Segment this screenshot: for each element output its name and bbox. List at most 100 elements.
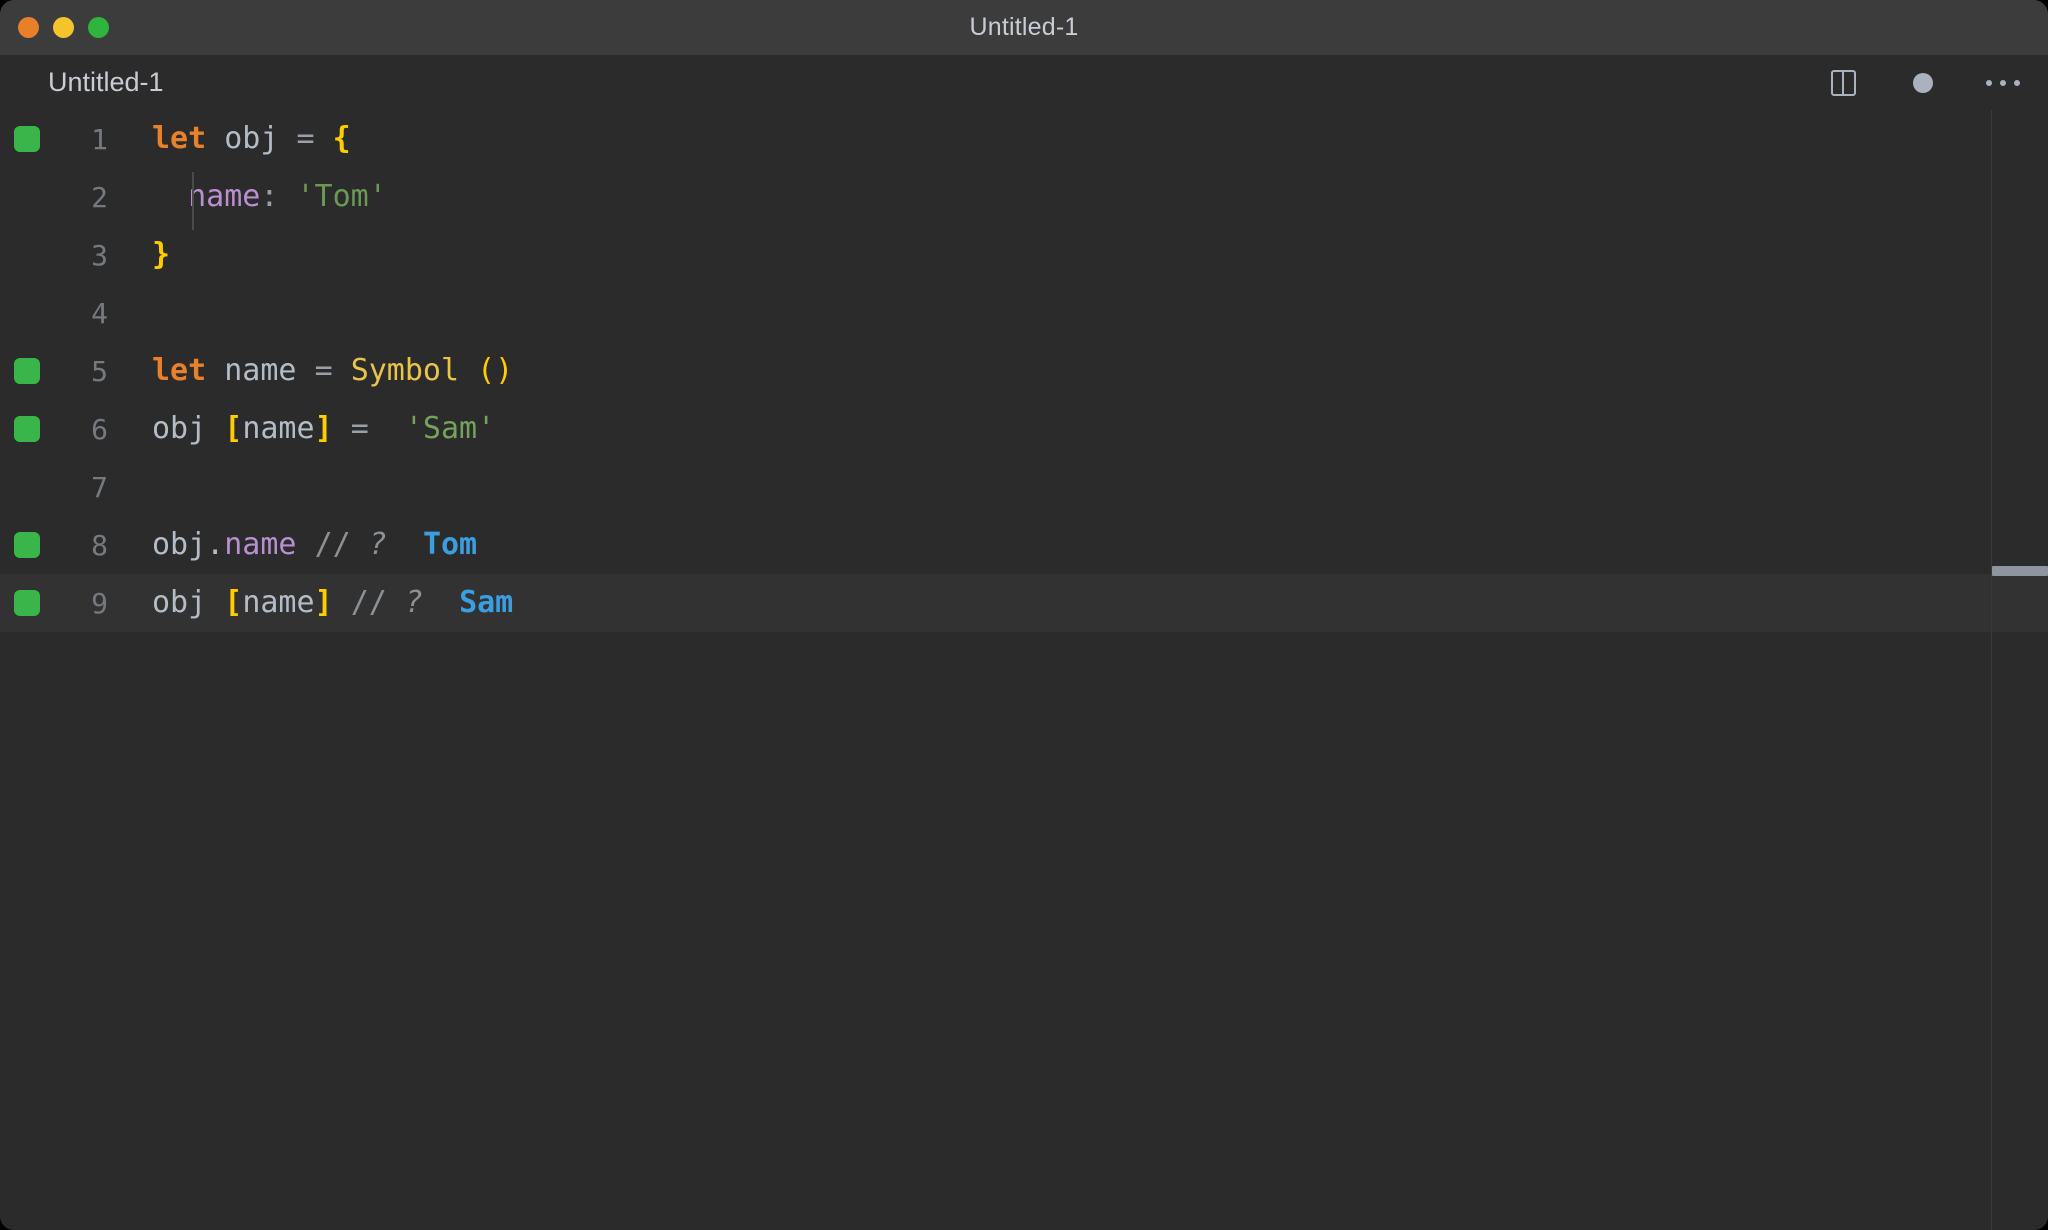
- code-line[interactable]: 3}: [0, 226, 2048, 284]
- code-line-text[interactable]: obj [name] = 'Sam': [130, 400, 2048, 458]
- gutter-marker-cell[interactable]: [0, 474, 60, 500]
- vertical-scrollbar-track[interactable]: [2030, 110, 2048, 1230]
- code-line[interactable]: 2 name: 'Tom': [0, 168, 2048, 226]
- breakpoint-marker-icon[interactable]: [14, 532, 40, 558]
- code-token: [: [224, 585, 242, 620]
- code-token: [423, 585, 459, 620]
- code-token: Sam: [459, 585, 513, 620]
- code-token: ]: [315, 411, 333, 446]
- line-number: 3: [60, 239, 130, 272]
- code-token: =: [351, 411, 369, 446]
- code-token: [152, 179, 188, 214]
- code-token: [278, 179, 296, 214]
- code-line[interactable]: 4: [0, 284, 2048, 342]
- gutter-marker-cell[interactable]: [0, 416, 60, 442]
- window-title: Untitled-1: [0, 13, 2048, 42]
- code-token: obj: [206, 121, 296, 156]
- code-token: [333, 411, 351, 446]
- close-window-button[interactable]: [18, 17, 39, 38]
- minimize-window-button[interactable]: [53, 17, 74, 38]
- code-token: [297, 527, 315, 562]
- scrollbar-divider: [1991, 110, 1992, 1230]
- editor-toolbar-actions: [1826, 55, 2020, 110]
- gutter-marker-cell[interactable]: [0, 126, 60, 152]
- code-token: [351, 527, 369, 562]
- gutter-marker-cell[interactable]: [0, 300, 60, 326]
- code-line-text[interactable]: let name = Symbol (): [130, 342, 2048, 400]
- code-token: name: [242, 585, 314, 620]
- gutter-marker-cell[interactable]: [0, 184, 60, 210]
- more-actions-button[interactable]: [1986, 66, 2020, 100]
- window-titlebar: Untitled-1: [0, 0, 2048, 55]
- code-line-text[interactable]: obj [name] // ? Sam: [130, 574, 2048, 632]
- breakpoint-marker-icon[interactable]: [14, 590, 40, 616]
- breakpoint-marker-icon[interactable]: [14, 416, 40, 442]
- editor-window: Untitled-1 Untitled-1 1let obj = {2 name…: [0, 0, 2048, 1230]
- tab-untitled-1[interactable]: Untitled-1: [48, 67, 164, 98]
- code-token: 'Tom': [297, 179, 387, 214]
- code-token: (): [477, 353, 513, 388]
- code-token: [369, 411, 405, 446]
- split-editor-button[interactable]: [1826, 66, 1860, 100]
- more-actions-icon: [1986, 80, 2020, 86]
- code-token: name: [224, 527, 296, 562]
- gutter-marker-cell[interactable]: [0, 242, 60, 268]
- code-token: 'Sam': [405, 411, 495, 446]
- line-number: 1: [60, 123, 130, 156]
- code-token: let: [152, 121, 206, 156]
- gutter-marker-cell[interactable]: [0, 532, 60, 558]
- vertical-scrollbar-thumb[interactable]: [1992, 566, 2048, 576]
- code-token: [333, 353, 351, 388]
- code-line[interactable]: 6obj [name] = 'Sam': [0, 400, 2048, 458]
- code-token: obj: [152, 411, 224, 446]
- code-token: name: [242, 411, 314, 446]
- code-line-text[interactable]: name: 'Tom': [130, 168, 2048, 226]
- code-lines-container: 1let obj = {2 name: 'Tom'3}45let name = …: [0, 110, 2048, 632]
- tab-strip: Untitled-1: [0, 55, 2048, 110]
- split-editor-icon: [1831, 70, 1856, 96]
- code-token: [315, 121, 333, 156]
- code-line[interactable]: 9obj [name] // ? Sam: [0, 574, 2048, 632]
- gutter-marker-cell[interactable]: [0, 590, 60, 616]
- code-line[interactable]: 8obj.name // ? Tom: [0, 516, 2048, 574]
- code-token: name: [206, 353, 314, 388]
- breakpoint-marker-icon[interactable]: [14, 358, 40, 384]
- code-token: }: [152, 237, 170, 272]
- unsaved-dot-icon: [1913, 73, 1933, 93]
- code-token: let: [152, 353, 206, 388]
- code-line-text[interactable]: let obj = {: [130, 110, 2048, 168]
- gutter-marker-cell[interactable]: [0, 358, 60, 384]
- code-token: =: [297, 121, 315, 156]
- unsaved-indicator-button[interactable]: [1906, 66, 1940, 100]
- breakpoint-marker-icon[interactable]: [14, 126, 40, 152]
- code-editor[interactable]: 1let obj = {2 name: 'Tom'3}45let name = …: [0, 110, 2048, 1230]
- code-token: //: [351, 585, 387, 620]
- code-line[interactable]: 7: [0, 458, 2048, 516]
- gutter-empty-slot: [14, 184, 40, 210]
- code-token: :: [260, 179, 278, 214]
- maximize-window-button[interactable]: [88, 17, 109, 38]
- code-token: obj: [152, 585, 224, 620]
- code-token: Symbol: [351, 353, 459, 388]
- code-token: ?: [405, 585, 423, 620]
- gutter-empty-slot: [14, 474, 40, 500]
- code-line[interactable]: 5let name = Symbol (): [0, 342, 2048, 400]
- code-token: ]: [315, 585, 333, 620]
- code-token: [387, 585, 405, 620]
- code-token: name: [188, 179, 260, 214]
- code-token: [: [224, 411, 242, 446]
- code-line-text[interactable]: obj.name // ? Tom: [130, 516, 2048, 574]
- code-token: //: [315, 527, 351, 562]
- indent-guide: [192, 172, 194, 230]
- line-number: 4: [60, 297, 130, 330]
- code-line[interactable]: 1let obj = {: [0, 110, 2048, 168]
- code-token: =: [315, 353, 333, 388]
- code-token: [333, 585, 351, 620]
- code-line-text[interactable]: }: [130, 226, 2048, 284]
- code-token: Tom: [423, 527, 477, 562]
- line-number: 6: [60, 413, 130, 446]
- traffic-light-group: [18, 0, 109, 55]
- gutter-empty-slot: [14, 242, 40, 268]
- line-number: 9: [60, 587, 130, 620]
- line-number: 2: [60, 181, 130, 214]
